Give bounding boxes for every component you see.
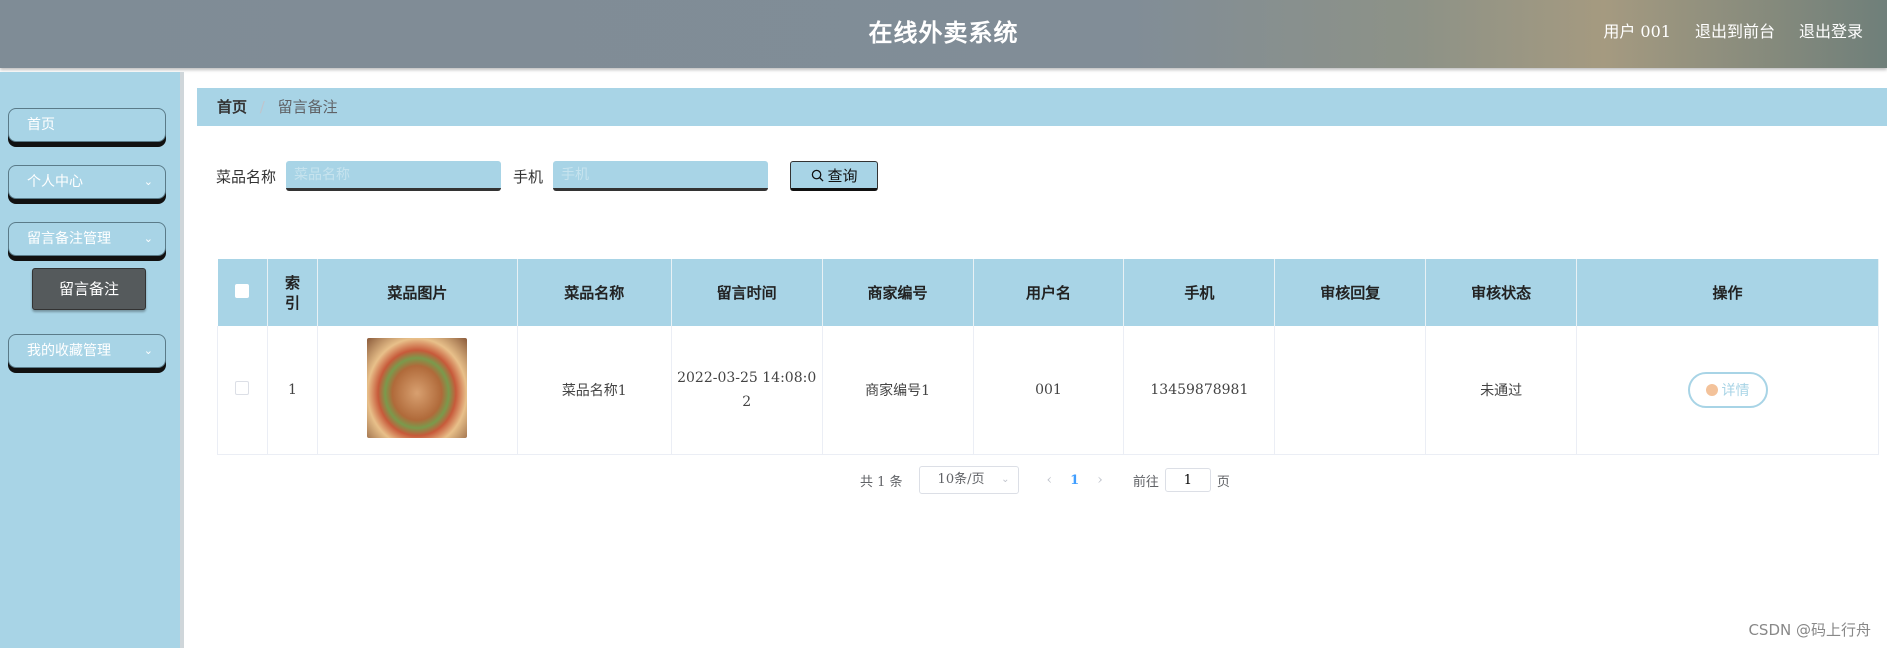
detail-icon [1705, 383, 1718, 396]
row-review-reply [1274, 326, 1427, 455]
sidebar-item-message-management[interactable]: 留言备注管理 ⌄ [8, 222, 166, 256]
col-message-time: 留言时间 [671, 259, 823, 326]
breadcrumb-current: 留言备注 [277, 98, 338, 116]
col-index-line1: 索 [284, 273, 300, 292]
row-message-time: 2022-03-25 14:08:0 2 [671, 326, 823, 455]
col-review-reply: 审核回复 [1274, 259, 1427, 326]
row-merchant-no: 商家编号1 [822, 326, 974, 455]
goto-page-suffix: 页 [1216, 474, 1230, 490]
col-dish-image: 菜品图片 [317, 259, 518, 326]
table-row: 1 菜品名称1 2022-03-25 14:08:0 2 商家编号1 001 13… [217, 326, 1879, 455]
query-button[interactable]: 查询 [790, 161, 879, 191]
col-phone: 手机 [1123, 259, 1276, 326]
chevron-down-icon: ⌄ [143, 232, 153, 245]
row-dish-name: 菜品名称1 [517, 326, 672, 455]
col-merchant-no: 商家编号 [822, 259, 974, 326]
sidebar: 首页 个人中心 ⌄ 留言备注管理 ⌄ 留言备注 我的收藏管理 ⌄ [0, 72, 184, 648]
pagination-total: 共 1 条 [860, 474, 903, 490]
goto-label: 前往 [1132, 474, 1159, 490]
col-username: 用户名 [973, 259, 1125, 326]
sidebar-item-label: 首页 [27, 117, 55, 133]
sidebar-subitem-message[interactable]: 留言备注 [32, 268, 146, 310]
detail-button[interactable]: 详情 [1687, 371, 1768, 408]
chevron-down-icon: ⌄ [1001, 474, 1010, 485]
breadcrumb-separator: / [259, 98, 265, 116]
page-size-select[interactable]: 10条/页 ⌄ [918, 466, 1019, 494]
sidebar-item-home[interactable]: 首页 [8, 108, 166, 142]
current-user: 用户 001 [1603, 22, 1671, 41]
search-bar: 菜品名称 手机 查询 [216, 160, 879, 192]
pagination: 共 1 条 10条/页 ⌄ ‹ 1 › 前往 页 [860, 466, 1230, 494]
top-header: 在线外卖系统 用户 001 退出到前台 退出登录 [0, 0, 1887, 68]
query-button-label: 查询 [827, 166, 858, 185]
sidebar-item-favorites-management[interactable]: 我的收藏管理 ⌄ [8, 334, 166, 368]
breadcrumb-home[interactable]: 首页 [217, 98, 247, 116]
sidebar-item-personal-center[interactable]: 个人中心 ⌄ [8, 165, 166, 199]
page-size-value: 10条/页 [937, 472, 985, 487]
message-table: 索引 菜品图片 菜品名称 留言时间 商家编号 用户名 手机 审核回复 审核状态 … [217, 259, 1879, 455]
col-review-status: 审核状态 [1425, 259, 1578, 326]
sidebar-item-label: 我的收藏管理 [27, 343, 111, 359]
dish-name-label: 菜品名称 [216, 167, 277, 186]
prev-page-button[interactable]: ‹ [1047, 472, 1053, 488]
row-actions-cell: 详情 [1576, 326, 1879, 455]
row-dish-image-cell [317, 326, 518, 455]
search-icon [811, 169, 824, 182]
col-actions: 操作 [1576, 259, 1879, 326]
row-index: 1 [267, 326, 318, 455]
row-time-line1: 2022-03-25 14:08:0 [677, 369, 817, 386]
row-time-line2: 2 [742, 393, 752, 410]
phone-label: 手机 [513, 167, 544, 186]
select-all-header [217, 259, 268, 326]
dish-name-input[interactable] [286, 161, 502, 191]
sidebar-item-label: 个人中心 [27, 174, 83, 190]
dish-image [367, 337, 468, 438]
goto-page-input[interactable] [1164, 468, 1211, 492]
watermark: CSDN @码上行舟 [1748, 621, 1871, 639]
select-all-checkbox[interactable] [235, 283, 250, 298]
row-select-cell [217, 326, 268, 455]
col-dish-name: 菜品名称 [517, 259, 672, 326]
row-review-status: 未通过 [1425, 326, 1578, 455]
row-username: 001 [973, 326, 1125, 455]
back-to-front-link[interactable]: 退出到前台 [1695, 18, 1775, 42]
phone-input[interactable] [553, 161, 769, 191]
chevron-down-icon: ⌄ [143, 175, 153, 188]
page-number[interactable]: 1 [1070, 473, 1079, 488]
breadcrumb: 首页 / 留言备注 [197, 88, 1887, 126]
col-index-line2: 引 [284, 293, 300, 312]
header-nav: 用户 001 退出到前台 退出登录 [1603, 18, 1863, 42]
row-phone: 13459878981 [1123, 326, 1276, 455]
table-header-row: 索引 菜品图片 菜品名称 留言时间 商家编号 用户名 手机 审核回复 审核状态 … [217, 259, 1879, 326]
col-index: 索引 [267, 259, 318, 326]
detail-button-label: 详情 [1721, 382, 1750, 399]
row-checkbox[interactable] [235, 380, 250, 395]
sidebar-item-label: 留言备注管理 [27, 231, 111, 247]
chevron-down-icon: ⌄ [143, 344, 153, 357]
logout-link[interactable]: 退出登录 [1799, 18, 1863, 42]
next-page-button[interactable]: › [1097, 472, 1103, 488]
